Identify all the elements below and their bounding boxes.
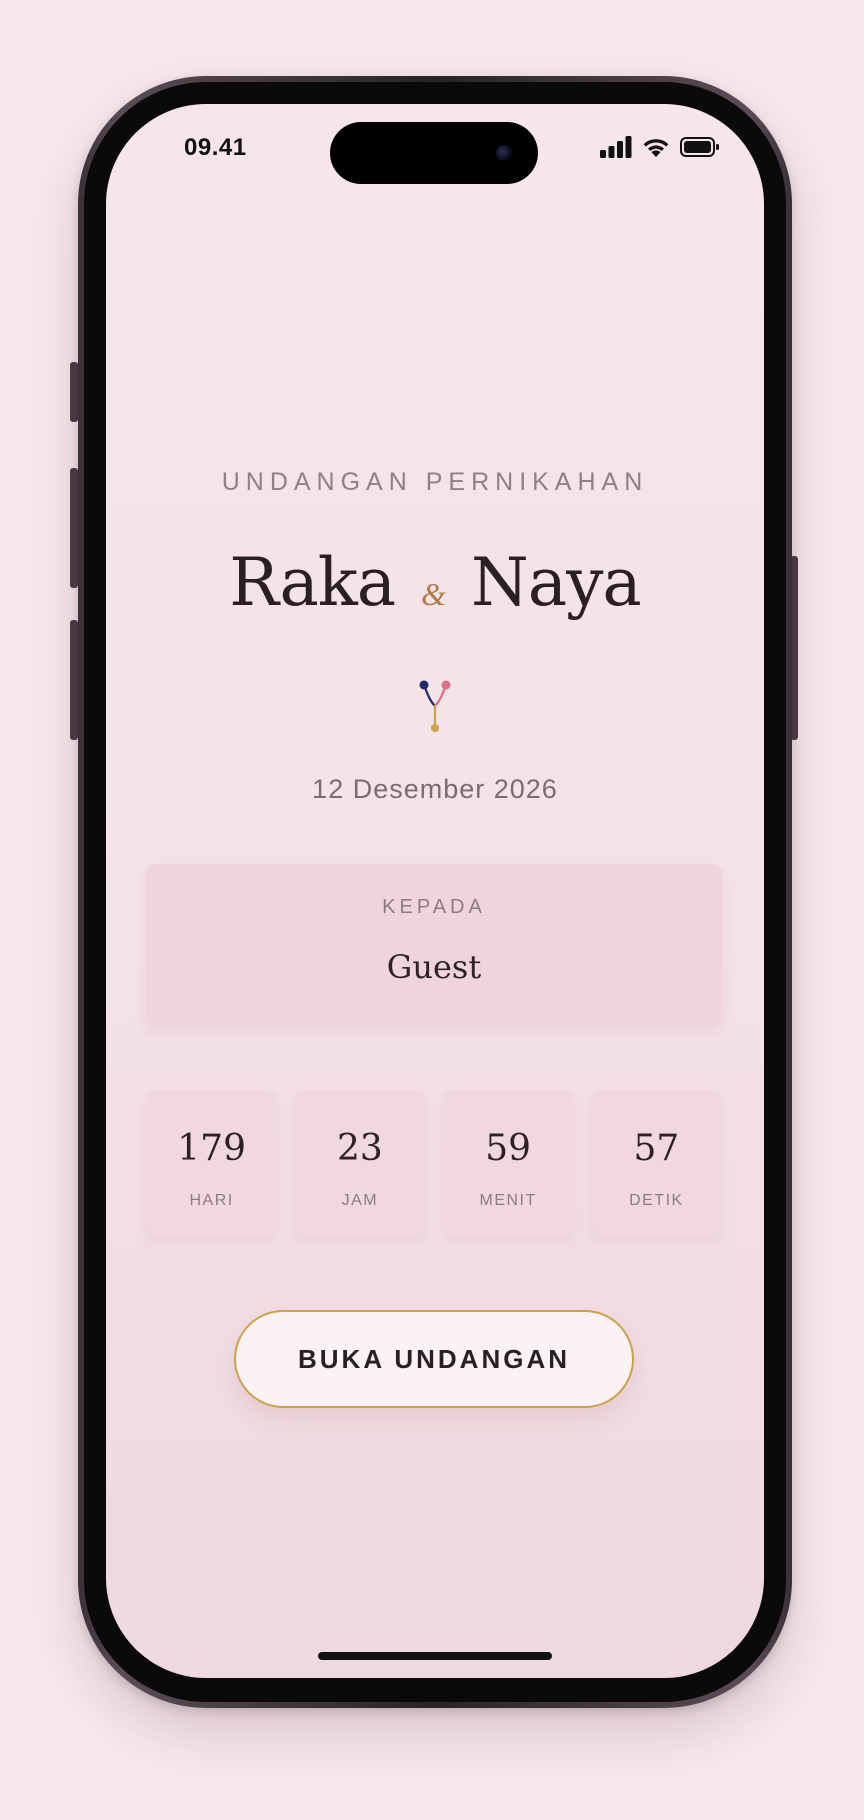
cellular-signal-icon	[600, 136, 632, 158]
home-indicator[interactable]	[318, 1652, 552, 1660]
status-icons	[600, 136, 720, 158]
phone-screen: 09.41 UNDANGAN PERNIKAHAN Raka & Naya 12…	[106, 104, 764, 1678]
ornament-icon	[419, 680, 451, 732]
open-invitation-button[interactable]: BUKA UNDANGAN	[234, 1310, 634, 1408]
ampersand: &	[421, 576, 446, 612]
guest-label: KEPADA	[382, 896, 486, 918]
countdown-value: 23	[336, 1128, 383, 1169]
wifi-icon	[643, 139, 669, 157]
wedding-date: 12 Desember 2026	[312, 774, 558, 804]
camera-icon	[496, 145, 512, 161]
countdown-hours: 23 JAM	[294, 1090, 426, 1236]
action-button	[70, 362, 78, 422]
dynamic-island	[330, 122, 538, 184]
countdown-label: HARI	[189, 1192, 234, 1209]
volume-up-button	[70, 468, 78, 588]
invitation-eyebrow: UNDANGAN PERNIKAHAN	[221, 468, 649, 496]
countdown-label: MENIT	[479, 1192, 537, 1209]
countdown-value: 179	[177, 1128, 246, 1169]
countdown-days: 179 HARI	[146, 1090, 278, 1236]
countdown-label: DETIK	[629, 1192, 684, 1209]
battery-icon	[680, 137, 719, 157]
guest-name: Guest	[386, 948, 482, 986]
bride-name: Naya	[471, 544, 642, 621]
countdown-label: JAM	[341, 1192, 379, 1209]
guest-card: KEPADA Guest	[146, 864, 722, 1026]
countdown-minutes: 59 MENIT	[442, 1090, 574, 1236]
countdown-value: 57	[633, 1128, 680, 1169]
countdown-value: 59	[485, 1128, 532, 1169]
groom-name: Raka	[229, 544, 396, 621]
couple-names: Raka & Naya	[106, 544, 764, 621]
countdown: 179 HARI 23 JAM 59 MENIT 57 DETIK	[146, 1090, 722, 1236]
status-time: 09.41	[184, 134, 247, 161]
countdown-seconds: 57 DETIK	[590, 1090, 722, 1236]
volume-down-button	[70, 620, 78, 740]
